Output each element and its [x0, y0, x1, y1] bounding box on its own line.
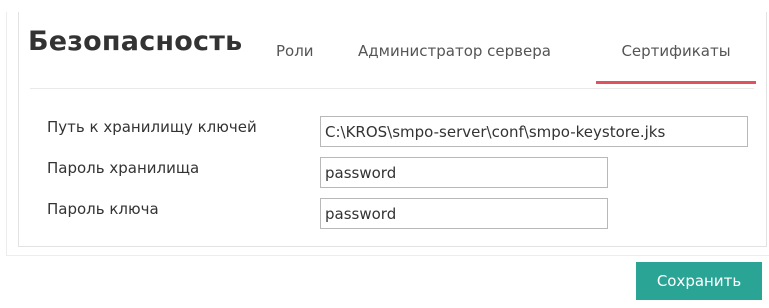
active-tab-indicator	[596, 81, 756, 84]
keystore-path-label: Путь к хранилищу ключей	[47, 118, 257, 136]
store-password-label: Пароль хранилища	[47, 159, 200, 177]
key-password-label: Пароль ключа	[47, 200, 159, 218]
keystore-path-input[interactable]	[320, 116, 748, 147]
tab-roles-label: Роли	[276, 42, 314, 60]
tab-roles[interactable]: Роли	[276, 38, 314, 88]
tab-server-admin[interactable]: Администратор сервера	[358, 38, 551, 88]
key-password-input[interactable]	[320, 198, 608, 229]
security-settings-page: Безопасность Роли Администратор сервера …	[0, 0, 769, 308]
tab-server-admin-label: Администратор сервера	[358, 42, 551, 60]
store-password-input[interactable]	[320, 157, 608, 188]
tab-certificates-label: Сертификаты	[621, 42, 731, 60]
tab-bar: Роли Администратор сервера Сертификаты	[0, 0, 769, 90]
tab-divider	[30, 88, 754, 89]
save-button[interactable]: Сохранить	[636, 262, 762, 300]
tab-certificates[interactable]: Сертификаты	[596, 38, 756, 88]
